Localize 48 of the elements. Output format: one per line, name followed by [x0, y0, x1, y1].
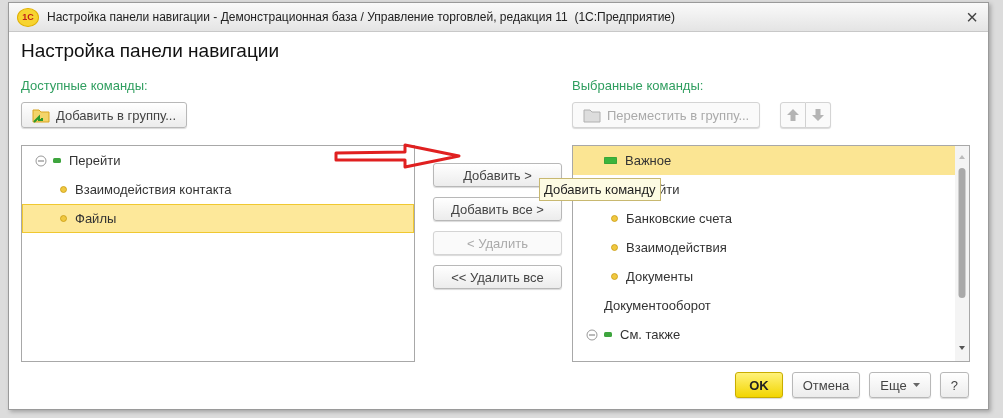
collapse-icon[interactable]	[586, 328, 598, 341]
command-icon	[611, 215, 618, 222]
tooltip: Добавить команду	[539, 178, 661, 201]
tree-row[interactable]: Документы	[573, 262, 955, 291]
command-icon	[60, 186, 67, 193]
tree-item-label: Взаимодействия контакта	[75, 182, 232, 197]
dialog-heading: Настройка панели навигации	[21, 40, 281, 63]
tree-row[interactable]: Взаимодействия контакта	[22, 175, 414, 204]
folder-icon	[32, 107, 50, 123]
tree-row[interactable]: Важное	[573, 146, 955, 175]
tree-item-label: Документооборот	[604, 298, 711, 313]
down-arrow-icon	[811, 108, 826, 122]
command-icon	[611, 244, 618, 251]
collapse-icon[interactable]	[35, 154, 47, 167]
caret-icon	[912, 383, 920, 387]
tree-item-label: Взаимодействия	[626, 240, 727, 255]
up-arrow-icon	[786, 108, 801, 122]
group-icon	[53, 158, 61, 163]
command-icon	[611, 273, 618, 280]
group-icon	[604, 332, 612, 337]
more-button[interactable]: Еще	[869, 372, 931, 398]
window-title: Настройка панели навигации - Демонстрационная база / Управление торговлей, редакция 11 (1С:Предприятие)	[47, 10, 676, 24]
tree-row[interactable]: Документооборот	[573, 291, 955, 320]
transfer-button[interactable]: << Удалить все	[433, 265, 562, 289]
help-button[interactable]: ?	[939, 372, 969, 398]
scrollbar[interactable]	[955, 146, 969, 361]
tree-row[interactable]: Файлы	[22, 204, 414, 233]
tree-item-label: Файлы	[75, 211, 117, 226]
section-label: Выбранные команды:	[572, 78, 705, 95]
section-label: Доступные команды:	[21, 78, 149, 95]
tree-item-label: Важное	[625, 153, 672, 168]
cancel-button[interactable]: Отмена	[791, 372, 861, 398]
tree-item-label: Документы	[626, 269, 693, 284]
app-logo: 1С	[17, 7, 39, 27]
tree-row[interactable]: См. также	[573, 320, 955, 349]
tree-item-label: Банковские счета	[626, 211, 733, 226]
close-button[interactable]: ×	[964, 6, 980, 28]
tree-item-label: Перейти	[69, 153, 121, 168]
command-icon	[60, 215, 67, 222]
transfer-button[interactable]: Добавить все >	[433, 197, 562, 221]
tree-item-label: См. также	[620, 327, 681, 342]
tree-row[interactable]: Взаимодействия	[573, 233, 955, 262]
group-icon	[604, 157, 617, 164]
tree-row[interactable]: Перейти	[22, 146, 414, 175]
ok-button[interactable]: OK	[735, 372, 783, 398]
add-to-group-button[interactable]: Добавить в группу...	[21, 102, 188, 128]
tree-row[interactable]: Банковские счета	[573, 204, 955, 233]
folder-icon	[583, 107, 601, 123]
